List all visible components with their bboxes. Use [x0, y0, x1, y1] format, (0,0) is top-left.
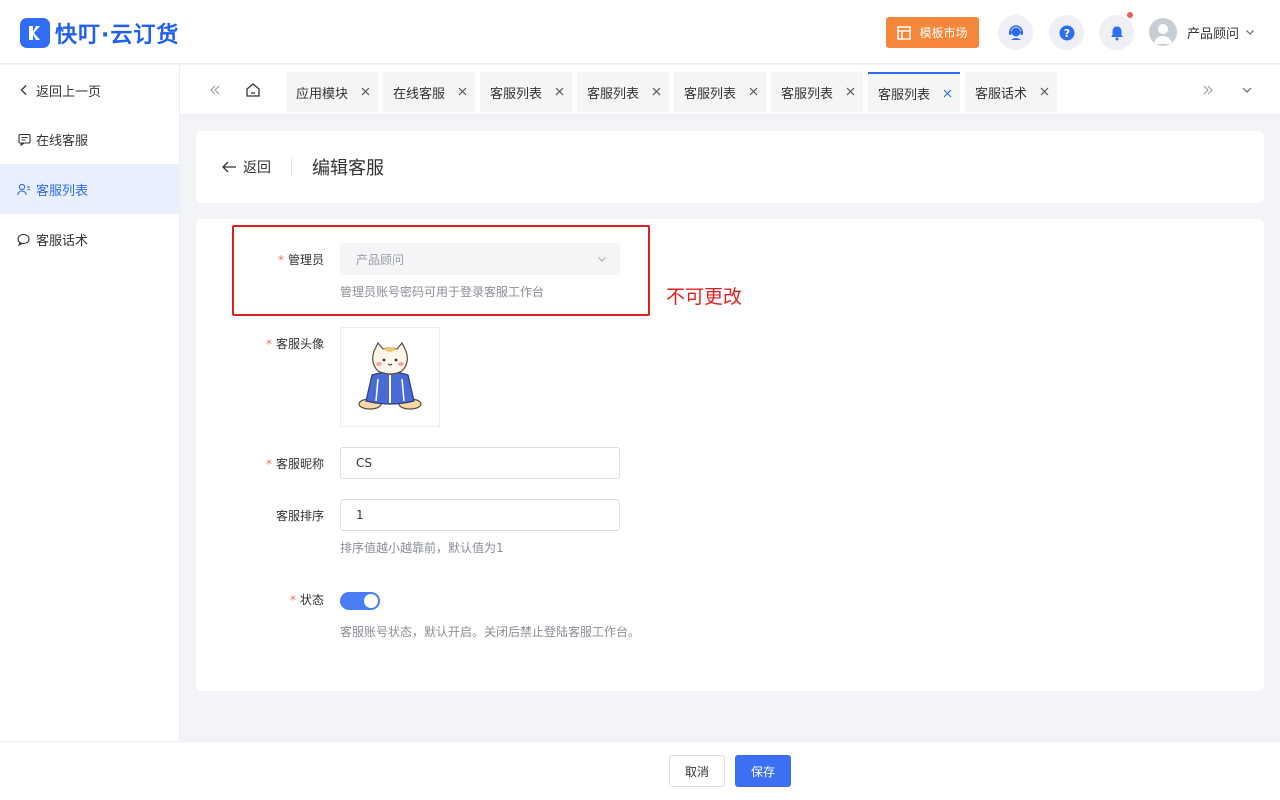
template-market-label: 模板市场 [919, 26, 968, 40]
sidebar-item-scripts[interactable]: 客服话术 [0, 214, 179, 264]
sort-input[interactable]: 1 [340, 499, 620, 531]
page-title: 编辑客服 [312, 158, 384, 179]
back-label: 返回 [243, 160, 271, 176]
chevron-down-icon [1242, 87, 1252, 93]
required-mark: * [265, 457, 272, 471]
sort-value: 1 [356, 508, 364, 522]
save-button[interactable]: 保存 [735, 755, 791, 787]
tab-app-modules[interactable]: 应用模块 [286, 72, 378, 112]
tabs-scroll-left-button[interactable] [205, 80, 225, 100]
sidebar-item-online-service[interactable]: 在线客服 [0, 114, 179, 164]
title-divider [291, 158, 292, 176]
required-mark: * [265, 337, 272, 351]
brand-logo[interactable]: 快叮·云订货 [20, 17, 179, 49]
nickname-label: * 客服昵称 [265, 457, 324, 471]
notification-button[interactable] [1099, 12, 1134, 50]
tabs-bar: 应用模块 在线客服 客服列表 客服列表 客服列表 客服列表 客服列表 客服话术 [180, 65, 1280, 115]
tab-online-service[interactable]: 在线客服 [383, 72, 475, 112]
tab-label: 客服列表 [490, 86, 543, 102]
status-toggle[interactable] [340, 592, 380, 610]
avatar [1149, 18, 1177, 46]
user-name: 产品顾问 [1187, 26, 1240, 42]
close-icon[interactable] [554, 86, 564, 96]
sidebar-item-label: 客服列表 [36, 183, 89, 199]
tab-scripts[interactable]: 客服话术 [965, 72, 1057, 112]
annotation-text: 不可更改 [666, 286, 743, 308]
footer-actions: 取消 保存 [0, 741, 1280, 800]
tab-service-list[interactable]: 客服列表 [480, 72, 572, 112]
tab-service-list[interactable]: 客服列表 [771, 72, 863, 112]
close-icon[interactable] [748, 86, 758, 96]
svg-text:?: ? [1063, 27, 1069, 40]
toggle-knob [364, 594, 378, 608]
brand-name: 快叮·云订货 [55, 23, 180, 48]
close-icon[interactable] [942, 88, 952, 98]
status-label: * 状态 [289, 593, 324, 607]
sidebar-item-label: 在线客服 [36, 133, 89, 149]
tab-label: 客服列表 [587, 86, 640, 102]
logo-icon [20, 18, 50, 48]
sort-hint: 排序值越小越靠前，默认值为1 [340, 541, 504, 555]
double-chevron-right-icon [1203, 85, 1213, 95]
bell-icon [1110, 26, 1123, 40]
page-header-card: 返回 编辑客服 [196, 131, 1264, 203]
status-hint: 客服账号状态，默认开启。关闭后禁止登陆客服工作台。 [340, 625, 641, 639]
tab-label: 客服列表 [684, 86, 737, 102]
help-icon: ? [1059, 25, 1074, 40]
sidebar-item-label: 返回上一页 [36, 84, 102, 100]
message-icon [17, 132, 31, 146]
tab-service-list[interactable]: 客服列表 [674, 72, 766, 112]
tab-label: 客服列表 [781, 86, 834, 102]
tab-service-list[interactable]: 客服列表 [577, 72, 669, 112]
chat-icon [17, 232, 31, 246]
user-menu[interactable]: 产品顾问 [1149, 18, 1255, 46]
chevron-down-icon [1246, 30, 1254, 35]
sidebar: 返回上一页 在线客服 客服列表 客服话术 [0, 65, 180, 741]
close-icon[interactable] [651, 86, 661, 96]
sidebar-item-service-list[interactable]: 客服列表 [0, 164, 179, 214]
cancel-button[interactable]: 取消 [669, 755, 725, 787]
customer-service-button[interactable] [998, 15, 1033, 50]
top-header: 快叮·云订货 模板市场 ? 产品顾问 [0, 0, 1280, 64]
service-icon [1008, 24, 1023, 40]
sidebar-item-back[interactable]: 返回上一页 [0, 65, 179, 115]
home-icon [246, 83, 260, 97]
back-button[interactable]: 返回 [222, 157, 271, 177]
tab-label: 在线客服 [393, 86, 446, 102]
close-icon[interactable] [1039, 86, 1049, 96]
avatar-upload[interactable] [340, 327, 440, 427]
chevron-left-icon [17, 83, 31, 97]
arrow-left-icon [222, 161, 236, 173]
edit-form: *管理员 产品顾问 管理员账号密码可用于登录客服工作台 不可更改 *客服头像 [196, 219, 1264, 691]
template-icon [897, 25, 912, 40]
help-button[interactable]: ? [1049, 15, 1084, 50]
sort-label: 客服排序 [275, 509, 324, 523]
close-icon[interactable] [845, 86, 855, 96]
tab-label: 应用模块 [296, 86, 349, 102]
tabs-menu-button[interactable] [1237, 80, 1257, 100]
required-mark: * [289, 593, 296, 607]
tabs-home-button[interactable] [243, 80, 263, 100]
avatar-label: * 客服头像 [265, 337, 324, 351]
annotation-highlight-box [232, 225, 650, 316]
close-icon[interactable] [457, 86, 467, 96]
notification-dot [1127, 12, 1133, 18]
users-icon [17, 182, 31, 196]
nickname-value: CS [356, 456, 372, 470]
tab-label: 客服列表 [878, 87, 931, 103]
tab-label: 客服话术 [975, 86, 1028, 102]
template-market-button[interactable]: 模板市场 [886, 17, 979, 48]
double-chevron-left-icon [210, 85, 220, 95]
tab-service-list-active[interactable]: 客服列表 [868, 72, 960, 112]
tabs-scroll-right-button[interactable] [1198, 80, 1218, 100]
nickname-input[interactable]: CS [340, 447, 620, 479]
sidebar-item-label: 客服话术 [36, 233, 89, 249]
close-icon[interactable] [360, 86, 370, 96]
cat-avatar-image [358, 341, 422, 410]
